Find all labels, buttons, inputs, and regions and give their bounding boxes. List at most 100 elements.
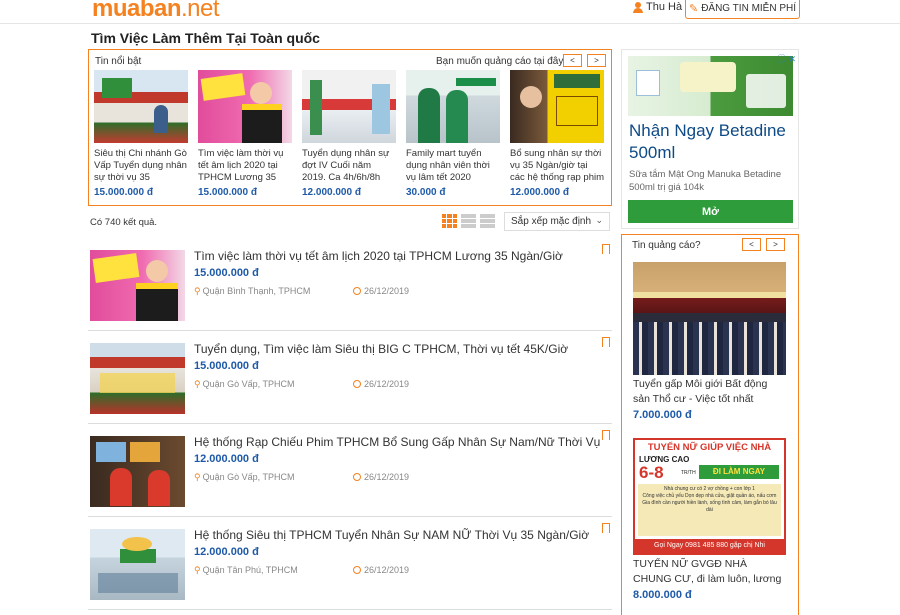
list-view-icon[interactable] — [461, 214, 476, 228]
listing-thumbnail — [90, 529, 185, 600]
featured-thumbnail — [94, 70, 188, 143]
bookmark-icon[interactable] — [602, 430, 610, 443]
paid-ad-item[interactable]: Tuyển gấp Môi giới Bất động sản Thổ cư -… — [633, 262, 786, 421]
sort-select[interactable]: Sắp xếp mặc định ⌄ — [504, 212, 610, 231]
listing-price: 15.000.000 đ — [194, 360, 259, 372]
listing-title[interactable]: Tìm việc làm thời vụ tết âm lịch 2020 tạ… — [194, 249, 563, 263]
site-logo[interactable]: muaban.net — [92, 0, 220, 23]
poster-salary: 6-8 — [639, 463, 664, 482]
post-ad-label: ĐĂNG TIN MIỄN PHÍ — [701, 2, 797, 14]
chevron-down-icon: ⌄ — [595, 215, 603, 225]
featured-thumbnail — [406, 70, 500, 143]
featured-price: 30.000 đ — [406, 187, 446, 198]
paid-ad-item[interactable]: TUYỂN NỮ GIÚP VIỆC NHÀ LƯƠNG CAO 6-8 TR/… — [633, 438, 786, 601]
date-text: 26/12/2019 — [364, 379, 410, 389]
featured-item[interactable]: Tuyển dụng nhân sự đợt IV Cuối năm 2019.… — [302, 70, 396, 198]
listing-price: 12.000.000 đ — [194, 453, 259, 465]
featured-price: 12.000.000 đ — [302, 187, 361, 198]
listing-date: 26/12/2019 — [353, 286, 409, 296]
grid-view-icon[interactable] — [442, 214, 457, 228]
featured-thumbnail — [302, 70, 396, 143]
ad-open-button[interactable]: Mở — [628, 200, 793, 223]
compact-view-icon[interactable] — [480, 214, 495, 228]
listing-row[interactable]: Hệ thống Rạp Chiếu Phim TPHCM Bổ Sung Gấ… — [88, 426, 612, 517]
listing-title[interactable]: Tuyển dụng, Tìm việc làm Siêu thị BIG C … — [194, 342, 568, 356]
sidebar-display-ad[interactable]: ⓘ ✕ Nhận Ngay Betadine 500ml Sữa tắm Mật… — [621, 49, 799, 229]
listing-title[interactable]: Hệ thống Rạp Chiếu Phim TPHCM Bổ Sung Gấ… — [194, 435, 600, 449]
poster-line: Gia đình cần người hiền lành, sống tình … — [642, 500, 777, 513]
featured-thumbnail — [510, 70, 604, 143]
paid-ad-price: 8.000.000 đ — [633, 589, 692, 601]
featured-next-button[interactable]: > — [587, 54, 606, 67]
poster-line: Nhà chung cư có 2 vợ chồng + con lớp 1 — [664, 486, 755, 492]
featured-thumbnail — [198, 70, 292, 143]
listing-location: ⚲ Quận Tân Phú, TPHCM — [194, 565, 298, 576]
listing-thumbnail — [90, 250, 185, 321]
sort-label: Sắp xếp mặc định — [511, 216, 592, 227]
ad-subtext: Sữa tắm Mật Ong Manuka Betadine 500ml tr… — [629, 169, 782, 193]
featured-title: Family mart tuyển dụng nhân viên thời vụ… — [406, 148, 490, 183]
ad-headline: Nhận Ngay Betadine 500ml — [629, 121, 786, 162]
listing-row[interactable]: Hệ thống Siêu thị TPHCM Tuyển Nhân Sự NA… — [88, 519, 612, 610]
user-menu[interactable]: Thu Hà — [633, 1, 682, 13]
listing-location: ⚲ Quận Gò Vấp, TPHCM — [194, 472, 294, 483]
featured-prev-button[interactable]: < — [563, 54, 582, 67]
listing-date: 26/12/2019 — [353, 379, 409, 389]
featured-price: 15.000.000 đ — [94, 187, 153, 198]
clock-icon — [353, 287, 361, 295]
date-text: 26/12/2019 — [364, 472, 410, 482]
clock-icon — [353, 473, 361, 481]
pencil-icon: ✎ — [688, 2, 699, 15]
bookmark-icon[interactable] — [602, 244, 610, 257]
featured-label: Tin nổi bật — [95, 56, 142, 67]
location-text: Quận Gò Vấp, TPHCM — [202, 472, 295, 482]
listing-thumbnail — [90, 436, 185, 507]
ad-choices-icon[interactable]: ⓘ ✕ — [777, 52, 796, 65]
listing-title[interactable]: Hệ thống Siêu thị TPHCM Tuyển Nhân Sự NA… — [194, 528, 589, 542]
paid-ads-label[interactable]: Tin quảng cáo? — [632, 240, 701, 251]
results-count: Có 740 kết quả. — [90, 217, 158, 228]
advertise-link[interactable]: Bạn muốn quảng cáo tại đây? — [436, 56, 569, 67]
poster-salary-unit: TR/TH — [681, 470, 696, 476]
featured-item[interactable]: Family mart tuyển dụng nhân viên thời vụ… — [406, 70, 500, 198]
bookmark-icon[interactable] — [602, 523, 610, 536]
featured-title: Bổ sung nhân sự thời vụ 35 Ngàn/giờ tại … — [510, 148, 604, 183]
featured-price: 12.000.000 đ — [510, 187, 569, 198]
featured-item[interactable]: Bổ sung nhân sự thời vụ 35 Ngàn/giờ tại … — [510, 70, 604, 198]
listing-price: 15.000.000 đ — [194, 267, 259, 279]
listing-date: 26/12/2019 — [353, 565, 409, 575]
site-header: muaban.net Thu Hà ✎ ĐĂNG TIN MIỄN PHÍ — [0, 0, 900, 24]
paid-ad-title: TUYỂN NỮ GVGĐ NHÀ CHUNG CƯ, đi làm luôn,… — [633, 558, 782, 585]
listing-row[interactable]: Tìm việc làm thời vụ tết âm lịch 2020 tạ… — [88, 240, 612, 331]
featured-title: Tìm việc làm thời vụ tết âm lịch 2020 tạ… — [198, 148, 284, 183]
location-pin-icon: ⚲ — [194, 379, 201, 389]
view-switcher — [442, 214, 495, 228]
poster-badge: ĐI LÀM NGAY — [699, 465, 779, 479]
paid-ads-next-button[interactable]: > — [766, 238, 785, 251]
post-ad-button[interactable]: ✎ ĐĂNG TIN MIỄN PHÍ — [685, 0, 800, 19]
logo-text: muaban — [92, 0, 182, 22]
paid-ad-price: 7.000.000 đ — [633, 409, 692, 421]
location-text: Quận Gò Vấp, TPHCM — [202, 379, 295, 389]
listing-row[interactable]: Tuyển dụng, Tìm việc làm Siêu thị BIG C … — [88, 333, 612, 424]
paid-ad-thumbnail — [633, 262, 786, 375]
featured-item[interactable]: Siêu thị Chi nhánh Gò Vấp Tuyển dụng nhâ… — [94, 70, 188, 198]
logo-tld: .net — [181, 0, 220, 22]
location-pin-icon: ⚲ — [194, 472, 201, 482]
paid-ad-title: Tuyển gấp Môi giới Bất động sản Thổ cư -… — [633, 378, 768, 405]
ad-image — [628, 56, 793, 116]
listing-thumbnail — [90, 343, 185, 414]
user-icon — [633, 1, 643, 13]
paid-ads-prev-button[interactable]: < — [742, 238, 761, 251]
featured-item[interactable]: Tìm việc làm thời vụ tết âm lịch 2020 tạ… — [198, 70, 292, 198]
featured-box: Tin nổi bật Bạn muốn quảng cáo tại đây? … — [88, 49, 612, 206]
sidebar-paid-ads: Tin quảng cáo? < > Tuyển gấp Môi giới Bấ… — [621, 234, 799, 615]
featured-title: Siêu thị Chi nhánh Gò Vấp Tuyển dụng nhâ… — [94, 148, 187, 183]
location-text: Quận Bình Thạnh, TPHCM — [202, 286, 311, 296]
bookmark-icon[interactable] — [602, 337, 610, 350]
poster-heading: TUYỂN NỮ GIÚP VIỆC NHÀ — [635, 440, 784, 455]
date-text: 26/12/2019 — [364, 565, 410, 575]
listing-price: 12.000.000 đ — [194, 546, 259, 558]
clock-icon — [353, 380, 361, 388]
location-pin-icon: ⚲ — [194, 565, 201, 575]
